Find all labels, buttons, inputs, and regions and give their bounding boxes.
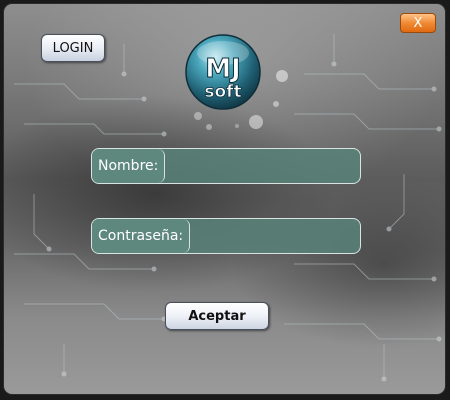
password-label: Contraseña: bbox=[92, 219, 191, 253]
aceptar-button[interactable]: Aceptar bbox=[165, 302, 269, 330]
logo-text-top: MJ bbox=[205, 54, 241, 84]
password-input[interactable] bbox=[192, 219, 360, 253]
logo-text-bottom: soft bbox=[204, 82, 241, 102]
login-tab-button[interactable]: LOGIN bbox=[41, 34, 105, 62]
login-window: X LOGIN MJ soft Nombre: Contraseña: Acep… bbox=[4, 4, 445, 394]
username-field: Nombre: bbox=[91, 148, 361, 184]
mjsoft-logo: MJ soft bbox=[185, 34, 261, 110]
username-input[interactable] bbox=[188, 149, 360, 183]
username-label: Nombre: bbox=[92, 149, 166, 183]
password-field: Contraseña: bbox=[91, 218, 361, 254]
close-button[interactable]: X bbox=[400, 13, 436, 33]
